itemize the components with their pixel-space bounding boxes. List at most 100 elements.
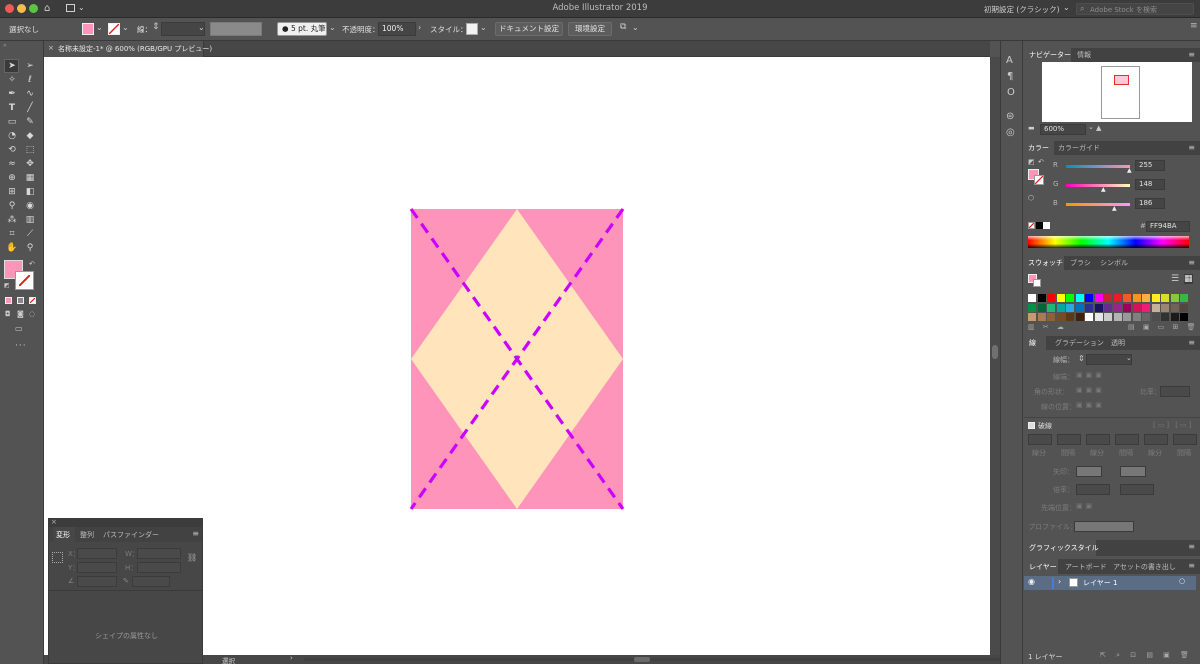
- color-swatch[interactable]: [1170, 303, 1179, 312]
- graph-tool-icon[interactable]: ▥: [23, 214, 37, 226]
- ratio-field[interactable]: [1160, 386, 1190, 397]
- color-swatch[interactable]: [1085, 303, 1093, 312]
- panel-menu-icon[interactable]: ≡: [1188, 338, 1195, 347]
- stroke-color-box[interactable]: [15, 271, 34, 290]
- horizontal-scrollbar[interactable]: [304, 658, 1004, 661]
- profile-select[interactable]: [1074, 521, 1134, 532]
- layers-action-icons[interactable]: ⇱ ⌕ ⊡ ▤ ▣ 🗑: [1100, 651, 1193, 660]
- color-swatch[interactable]: [1066, 303, 1074, 312]
- none-mode-icon[interactable]: [29, 297, 36, 304]
- libraries-panel-icon[interactable]: ⊜: [1006, 111, 1014, 122]
- stock-search-box[interactable]: ⌕ Adobe Stock を検索: [1076, 3, 1194, 15]
- tab-info[interactable]: 情報: [1077, 50, 1091, 60]
- align-stroke-buttons[interactable]: ▣▣▣: [1076, 401, 1105, 409]
- dash-field[interactable]: [1115, 434, 1139, 445]
- gamut-cube-icon[interactable]: ⬡: [1028, 194, 1034, 202]
- type-tool-icon[interactable]: T: [5, 102, 19, 114]
- stroke-none-swatch[interactable]: [108, 23, 120, 35]
- style-chevron-icon[interactable]: ⌄: [480, 23, 487, 32]
- screen-mode-icon[interactable]: ▭: [15, 324, 23, 333]
- color-swatch[interactable]: [1028, 313, 1036, 321]
- zoom-in-icon[interactable]: ▲: [1096, 124, 1101, 132]
- color-swatch[interactable]: [1085, 313, 1093, 321]
- close-panel-icon[interactable]: ×: [51, 518, 57, 526]
- line-tool-icon[interactable]: ╱: [23, 102, 37, 114]
- draw-behind-icon[interactable]: ◙: [17, 310, 24, 318]
- color-swatch[interactable]: [1180, 303, 1188, 312]
- reference-point-icon[interactable]: [52, 552, 63, 563]
- default-colors-icon[interactable]: ◩: [1028, 158, 1035, 166]
- color-mode-icon[interactable]: [5, 297, 12, 304]
- eraser-tool-icon[interactable]: ◆: [23, 130, 37, 142]
- paragraph-panel-icon[interactable]: ¶: [1007, 71, 1013, 82]
- tab-pathfinder[interactable]: パスファインダー: [103, 530, 159, 540]
- tab-navigator[interactable]: ナビゲーター: [1029, 50, 1071, 60]
- color-swatch[interactable]: [1056, 313, 1065, 321]
- workspace-chevron-icon[interactable]: ⌄: [1063, 3, 1070, 12]
- r-slider-handle[interactable]: ▲: [1127, 167, 1132, 174]
- rectangle-tool-icon[interactable]: ▭: [5, 116, 19, 128]
- warp-tool-icon[interactable]: ≈: [5, 158, 19, 170]
- eyedropper-tool-icon[interactable]: ⚲: [5, 200, 19, 212]
- workspace-switcher[interactable]: 初期設定 (クラシック): [984, 4, 1060, 15]
- curvature-tool-icon[interactable]: ∿: [23, 88, 37, 100]
- panel-menu-icon[interactable]: ≡: [1188, 258, 1195, 267]
- artboard-tool-icon[interactable]: ⌗: [5, 228, 19, 240]
- status-tool-label[interactable]: 選択: [222, 655, 235, 664]
- color-swatch[interactable]: [1075, 313, 1084, 321]
- color-swatch[interactable]: [1151, 303, 1160, 312]
- arrange-chevron-icon[interactable]: ⌄: [632, 23, 639, 32]
- color-spectrum[interactable]: [1028, 236, 1189, 248]
- draw-inside-icon[interactable]: ◌: [29, 310, 35, 318]
- tab-artboards[interactable]: アートボード: [1065, 562, 1107, 572]
- list-view-icon[interactable]: ☰: [1171, 274, 1179, 284]
- scrollbar-thumb[interactable]: [992, 345, 998, 359]
- h-field[interactable]: [137, 562, 181, 573]
- end-scale-field[interactable]: [1120, 484, 1154, 495]
- zoom-input[interactable]: 600%: [1040, 124, 1086, 135]
- dashed-checkbox[interactable]: [1028, 422, 1035, 429]
- black-swatch[interactable]: [1036, 222, 1043, 229]
- layer-name[interactable]: レイヤー 1: [1083, 578, 1117, 588]
- tab-stroke[interactable]: 線: [1029, 338, 1036, 348]
- tab-gradient[interactable]: グラデーション: [1055, 338, 1104, 348]
- tab-transparency[interactable]: 透明: [1111, 338, 1125, 348]
- pen-tool-icon[interactable]: ✒: [5, 88, 19, 100]
- g-slider[interactable]: [1066, 184, 1130, 187]
- color-swatch[interactable]: [1151, 313, 1160, 321]
- character-panel-icon[interactable]: A: [1006, 55, 1013, 66]
- document-setup-button[interactable]: ドキュメント設定: [495, 22, 563, 36]
- direct-selection-tool-icon[interactable]: ➢: [23, 60, 37, 72]
- color-swatch[interactable]: [1066, 294, 1074, 302]
- tab-symbols[interactable]: シンボル: [1100, 258, 1128, 268]
- color-swatch[interactable]: [1066, 313, 1074, 321]
- r-slider[interactable]: [1066, 165, 1130, 168]
- end-arrow-select[interactable]: [1120, 466, 1146, 477]
- arrow-position-buttons[interactable]: ▣▣: [1076, 502, 1095, 510]
- y-field[interactable]: [77, 562, 117, 573]
- angle-field[interactable]: [77, 576, 117, 587]
- x-field[interactable]: [77, 548, 117, 559]
- vertical-scrollbar[interactable]: [990, 57, 1000, 655]
- panel-menu-icon[interactable]: ≡: [1188, 542, 1195, 551]
- free-transform-tool-icon[interactable]: ✥: [23, 158, 37, 170]
- panel-menu-icon[interactable]: ≡: [1188, 561, 1195, 570]
- color-swatch[interactable]: [1170, 313, 1179, 321]
- paintbrush-tool-icon[interactable]: ✎: [23, 116, 37, 128]
- start-scale-field[interactable]: [1076, 484, 1110, 495]
- tab-brushes[interactable]: ブラシ: [1070, 258, 1091, 268]
- b-slider-handle[interactable]: ▲: [1112, 205, 1117, 212]
- close-tab-icon[interactable]: ×: [48, 44, 54, 52]
- color-swatch[interactable]: [1037, 303, 1046, 312]
- stroke-weight-chevron-icon[interactable]: ⌄: [198, 23, 205, 32]
- color-swatch[interactable]: [1075, 303, 1084, 312]
- visibility-eye-icon[interactable]: ◉: [1028, 577, 1035, 586]
- color-swatch[interactable]: [1161, 313, 1169, 321]
- slice-tool-icon[interactable]: ⟋: [23, 228, 37, 240]
- tab-graphic-styles[interactable]: グラフィックスタイル: [1029, 543, 1099, 553]
- hand-tool-icon[interactable]: ✋: [5, 242, 19, 254]
- appearance-panel-icon[interactable]: ◎: [1006, 127, 1015, 138]
- panel-menu-icon[interactable]: ≡: [1188, 50, 1195, 59]
- color-swatch[interactable]: [1142, 294, 1150, 302]
- dash-field[interactable]: [1028, 434, 1052, 445]
